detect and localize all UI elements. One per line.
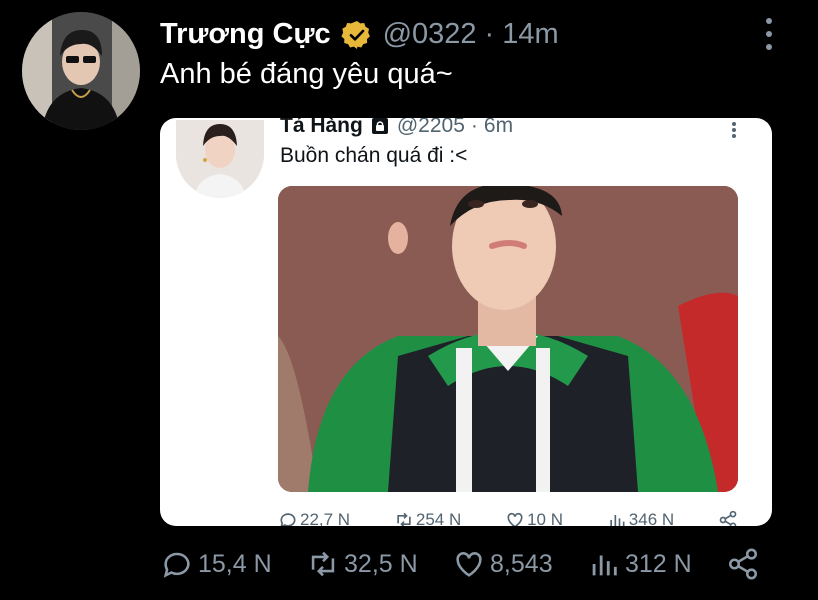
author-avatar[interactable] — [22, 12, 140, 130]
more-vertical-icon — [732, 122, 738, 138]
header-separator: · — [484, 18, 495, 50]
retweet-button[interactable]: 32,5 N — [306, 547, 418, 581]
tweet-text: Anh bé đáng yêu quá~ — [160, 58, 453, 90]
verified-badge-icon — [340, 20, 370, 49]
quoted-tweet-image[interactable]: Tả Hàng @2205 · 6m Buồn chán quá đi :< 2… — [160, 118, 772, 526]
quoted-author-handle: @2205 — [396, 118, 465, 137]
quoted-tweet-photo — [278, 186, 738, 492]
quoted-reply-count: 22,7 N — [278, 510, 350, 526]
reply-icon — [280, 513, 296, 526]
views-button[interactable]: 312 N — [587, 547, 692, 581]
quoted-like-count: 10 N — [505, 510, 563, 526]
heart-icon[interactable] — [452, 547, 486, 581]
heart-icon — [507, 512, 523, 526]
quoted-author-name: Tả Hàng — [280, 118, 363, 137]
author-handle[interactable]: @0322 — [383, 18, 477, 51]
quoted-share — [718, 510, 738, 526]
quoted-tweet-actions: 22,7 N 254 N 10 N 346 N — [278, 510, 738, 526]
quoted-reply-count-label: 22,7 N — [300, 510, 351, 526]
quoted-retweet-count-label: 254 N — [415, 510, 462, 526]
retweet-icon[interactable] — [306, 547, 340, 581]
views-icon[interactable] — [587, 547, 621, 581]
view-count: 312 N — [624, 549, 692, 578]
retweet-icon — [397, 512, 411, 526]
author-name[interactable]: Trương Cực — [160, 18, 331, 51]
reply-icon[interactable] — [160, 547, 194, 581]
reply-button[interactable]: 15,4 N — [160, 547, 272, 581]
more-vertical-icon[interactable] — [760, 18, 778, 50]
reply-count: 15,4 N — [198, 549, 272, 578]
views-icon — [610, 515, 625, 526]
share-icon[interactable] — [726, 547, 760, 581]
quoted-view-count-label: 346 N — [628, 510, 675, 526]
tweet-header: Trương Cực @0322 · 14m — [160, 18, 559, 51]
quoted-tweet-time: 6m — [483, 118, 514, 137]
lock-icon — [371, 118, 388, 134]
like-count: 8,543 — [490, 549, 553, 578]
quoted-header-separator: · — [470, 118, 478, 137]
quoted-retweet-count: 254 N — [394, 510, 461, 526]
like-button[interactable]: 8,543 — [452, 547, 553, 581]
share-button[interactable] — [726, 547, 760, 581]
quoted-tweet-text: Buồn chán quá đi :< — [280, 144, 468, 167]
tweet-time[interactable]: 14m — [502, 18, 558, 51]
quoted-tweet-header: Tả Hàng @2205 · 6m — [280, 118, 513, 138]
quoted-author-avatar — [176, 120, 264, 198]
share-icon — [719, 510, 737, 526]
retweet-count: 32,5 N — [344, 549, 418, 578]
tweet-actions: 15,4 N 32,5 N 8,543 312 N — [160, 546, 760, 582]
quoted-like-count-label: 10 N — [527, 510, 563, 526]
quoted-view-count: 346 N — [607, 510, 674, 526]
